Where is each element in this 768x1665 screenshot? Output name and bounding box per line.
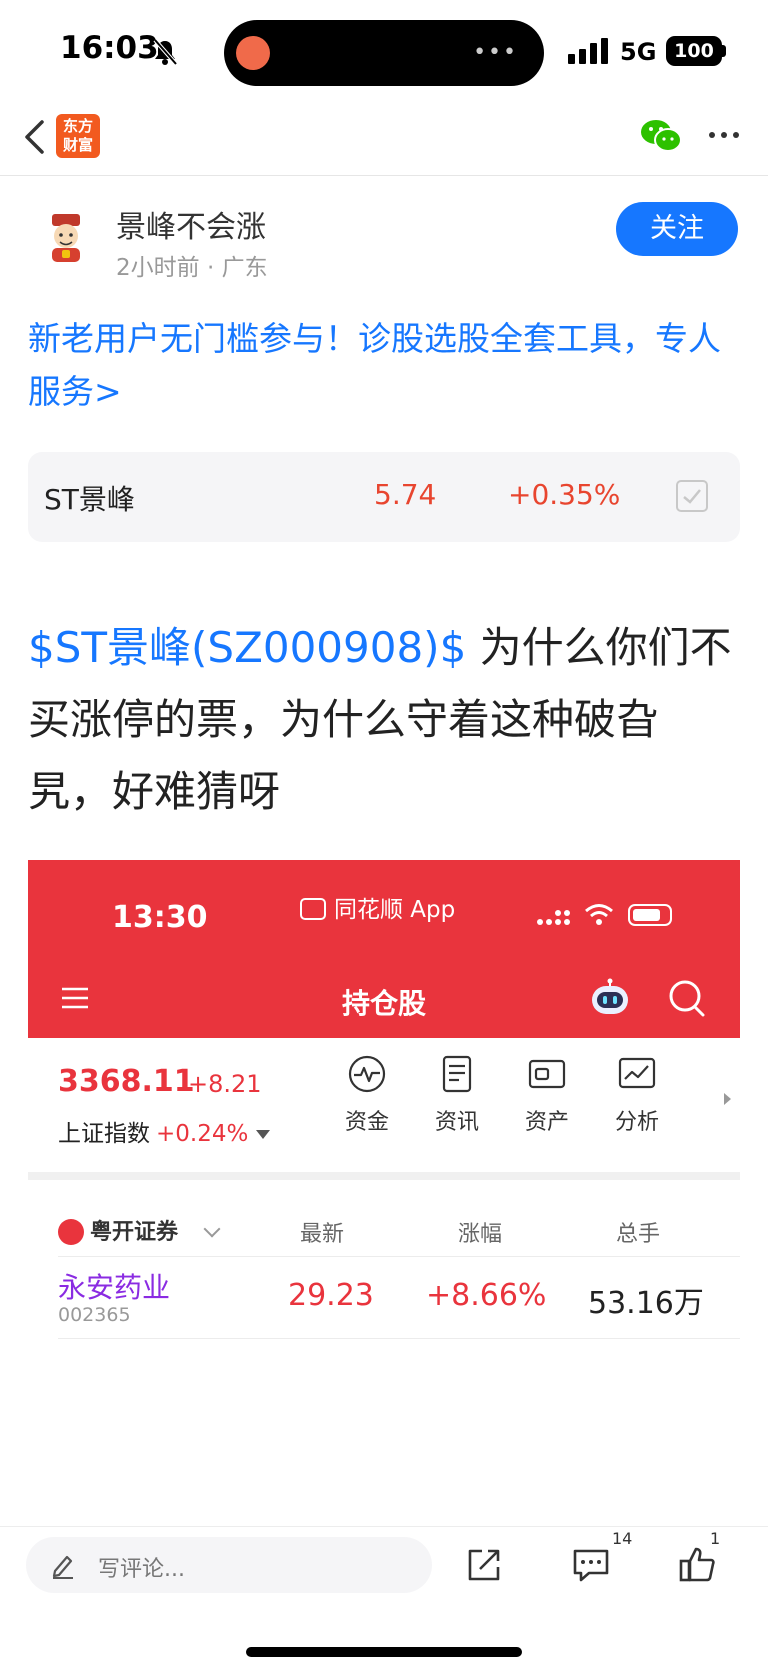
mail-icon <box>236 36 270 70</box>
chevron-right-icon[interactable] <box>722 1092 732 1106</box>
stock-tag-link[interactable]: $ST景峰(SZ000908)$ <box>28 623 466 672</box>
embed-app-label: 同花顺 App <box>300 890 455 924</box>
thumbs-up-icon[interactable] <box>678 1545 716 1583</box>
embed-signal-icon <box>537 910 570 925</box>
checkbox-icon[interactable] <box>676 480 708 512</box>
battery-icon: 100 <box>666 36 722 66</box>
dots-icon: ••• <box>473 40 518 65</box>
stock-change: +0.35% <box>508 478 621 511</box>
share-icon[interactable] <box>466 1547 502 1583</box>
more-icon[interactable] <box>706 120 742 150</box>
triangle-down-icon <box>256 1130 271 1139</box>
follow-button[interactable]: 关注 <box>616 202 738 256</box>
stock-price: 5.74 <box>374 478 437 511</box>
chevron-left-icon[interactable] <box>22 118 46 156</box>
dynamic-island[interactable]: ••• <box>224 20 544 86</box>
tool-funds[interactable]: 资金 <box>332 1054 402 1136</box>
robot-icon[interactable] <box>588 978 632 1018</box>
col-header-latest[interactable]: 最新 <box>300 1216 344 1248</box>
comment-count: 14 <box>612 1529 633 1548</box>
embed-header: 13:30 同花顺 App 持仓股 <box>28 860 740 1038</box>
stock-card[interactable]: ST景峰 5.74 +0.35% <box>28 452 740 542</box>
col-header-volume[interactable]: 总手 <box>616 1216 660 1248</box>
holding-change: +8.66% <box>426 1278 547 1313</box>
home-indicator[interactable] <box>246 1647 522 1657</box>
broker-name: 粤开证券 <box>90 1220 179 1245</box>
post-meta: 2小时前 · 广东 <box>116 255 268 281</box>
tool-news[interactable]: 资讯 <box>422 1054 492 1136</box>
holding-price: 29.23 <box>288 1278 374 1313</box>
network-label: 5G <box>620 38 657 66</box>
tool-assets[interactable]: 资产 <box>512 1054 582 1136</box>
index-pct: +0.24% <box>156 1121 249 1147</box>
status-bar: 16:03 ••• 5G 100 <box>0 0 768 100</box>
divider <box>58 1256 740 1257</box>
broker-logo-icon <box>58 1219 84 1245</box>
battery-tip <box>722 45 726 57</box>
nav-bar: 东方财富 <box>0 100 768 176</box>
holding-code: 002365 <box>58 1304 131 1326</box>
like-count: 1 <box>710 1529 721 1548</box>
search-icon[interactable] <box>668 978 706 1018</box>
index-name[interactable]: 上证指数 +0.24% <box>58 1114 271 1148</box>
bottom-bar: 写评论... 14 1 <box>0 1526 768 1665</box>
embed-battery-icon <box>628 904 672 926</box>
signal-icon <box>568 38 608 64</box>
app-icon <box>300 898 326 920</box>
chart-icon <box>618 1057 656 1089</box>
document-icon <box>442 1055 472 1093</box>
chevron-down-icon <box>203 1220 221 1238</box>
embed-app-name: 同花顺 App <box>334 897 456 923</box>
embedded-screenshot[interactable]: 13:30 同花顺 App 持仓股 3368.11 +8.21 上证指数 +0.… <box>28 860 740 1340</box>
comment-icon[interactable] <box>572 1547 610 1583</box>
embed-title: 持仓股 <box>341 987 426 1020</box>
holding-name[interactable]: 永安药业 <box>58 1266 170 1306</box>
tool-label: 资产 <box>524 1110 569 1135</box>
wechat-icon[interactable] <box>640 118 682 154</box>
post-body: $ST景峰(SZ000908)$ 为什么你们不买涨停的票，为什么守着这种破旮旯，… <box>28 612 740 828</box>
author-name[interactable]: 景峰不会涨 <box>116 202 266 246</box>
col-header-change[interactable]: 涨幅 <box>458 1216 502 1248</box>
avatar[interactable] <box>38 208 94 264</box>
wallet-icon <box>528 1059 566 1089</box>
divider <box>28 1172 740 1180</box>
comment-input[interactable]: 写评论... <box>26 1537 432 1593</box>
bell-muted-icon <box>153 38 178 66</box>
pencil-icon <box>52 1555 73 1579</box>
tool-label: 分析 <box>614 1110 659 1135</box>
divider <box>58 1338 740 1339</box>
index-label: 上证指数 <box>58 1121 150 1147</box>
holding-volume: 53.16万 <box>588 1286 704 1321</box>
comment-placeholder: 写评论... <box>98 1557 185 1582</box>
promo-link[interactable]: 新老用户无门槛参与！诊股选股全套工具，专人服务> <box>28 312 740 418</box>
broker-selector[interactable]: 粤开证券 <box>58 1214 221 1246</box>
index-change: +8.21 <box>188 1070 262 1098</box>
embed-wifi-icon <box>585 904 613 925</box>
stock-name: ST景峰 <box>44 483 135 516</box>
index-value: 3368.11 <box>58 1064 195 1099</box>
brand-logo[interactable]: 东方财富 <box>56 114 100 158</box>
tool-label: 资金 <box>344 1110 389 1135</box>
status-time: 16:03 <box>60 30 159 66</box>
pulse-icon <box>348 1055 386 1093</box>
embed-time: 13:30 <box>112 900 208 935</box>
tool-analysis[interactable]: 分析 <box>602 1054 672 1136</box>
tool-label: 资讯 <box>434 1110 479 1135</box>
